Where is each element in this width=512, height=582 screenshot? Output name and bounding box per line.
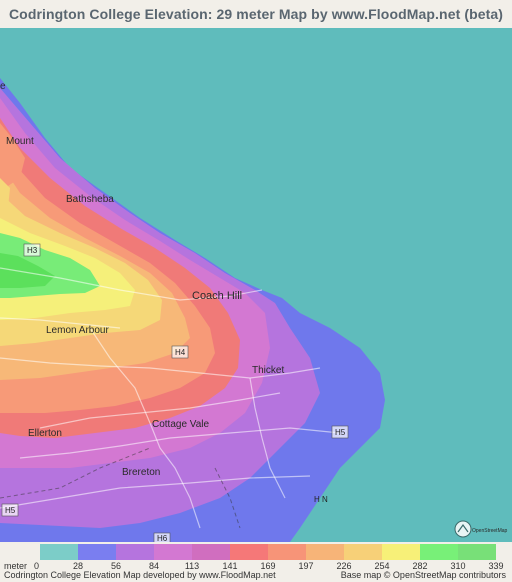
legend-swatch-2: [116, 544, 154, 560]
place-label-lemon-arbour[interactable]: Lemon Arbour: [46, 325, 109, 336]
legend-swatch-0: [40, 544, 78, 560]
place-label-mount[interactable]: Mount: [6, 136, 34, 147]
road-shield-h3: H3: [23, 243, 41, 257]
legend-swatch-5: [230, 544, 268, 560]
legend-swatch-11: [458, 544, 496, 560]
svg-text:OpenStreetMap: OpenStreetMap: [472, 528, 508, 534]
place-label-brereton[interactable]: Brereton: [122, 467, 160, 478]
legend-swatch-9: [382, 544, 420, 560]
svg-text:H5: H5: [335, 428, 346, 437]
legend-swatch-10: [420, 544, 458, 560]
footer: Codrington College Elevation Map develop…: [0, 570, 512, 582]
svg-text:H4: H4: [175, 348, 186, 357]
legend-swatch-1: [78, 544, 116, 560]
legend-swatch-8: [344, 544, 382, 560]
legend-swatches: [40, 544, 496, 560]
footer-credit: Codrington College Elevation Map develop…: [4, 570, 276, 580]
footer-attribution: Base map © OpenStreetMap contributors: [340, 570, 506, 580]
svg-text:H5: H5: [5, 506, 16, 515]
legend-swatch-7: [306, 544, 344, 560]
place-label-bathsheba[interactable]: Bathsheba: [66, 194, 114, 205]
place-label-partial-e[interactable]: e: [0, 81, 6, 92]
road-shield-h4: H4: [171, 345, 189, 359]
title-bar: Codrington College Elevation: 29 meter M…: [0, 0, 512, 28]
legend-swatch-3: [154, 544, 192, 560]
svg-text:H N: H N: [314, 495, 328, 504]
legend-swatch-4: [192, 544, 230, 560]
place-label-ellerton[interactable]: Ellerton: [28, 428, 62, 439]
elevation-map[interactable]: e Mount Bathsheba Coach Hill Lemon Arbou…: [0, 28, 512, 542]
place-label-thicket[interactable]: Thicket: [252, 365, 284, 376]
road-shield-h5-east: H5: [331, 425, 349, 439]
road-shield-h6: H6: [153, 532, 171, 542]
map-canvas[interactable]: e Mount Bathsheba Coach Hill Lemon Arbou…: [0, 28, 512, 542]
page-title: Codrington College Elevation: 29 meter M…: [8, 6, 504, 22]
legend-swatch-6: [268, 544, 306, 560]
svg-text:H6: H6: [157, 534, 168, 542]
place-label-cottage-vale[interactable]: Cottage Vale: [152, 419, 210, 430]
road-shield-hn: H N: [314, 495, 328, 504]
place-label-coach-hill[interactable]: Coach Hill: [192, 290, 242, 302]
svg-text:H3: H3: [27, 246, 38, 255]
road-shield-h5-west: H5: [1, 503, 19, 517]
